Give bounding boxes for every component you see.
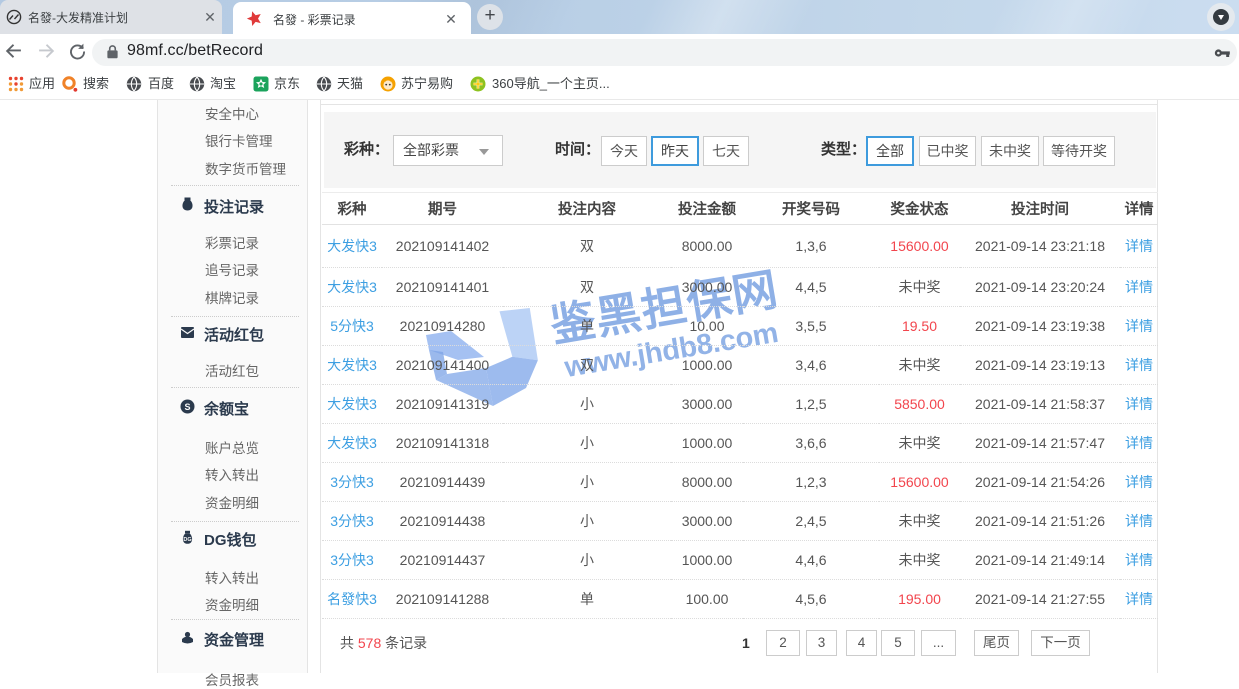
svg-text:DG: DG: [183, 537, 191, 543]
svg-text:S: S: [184, 402, 190, 412]
